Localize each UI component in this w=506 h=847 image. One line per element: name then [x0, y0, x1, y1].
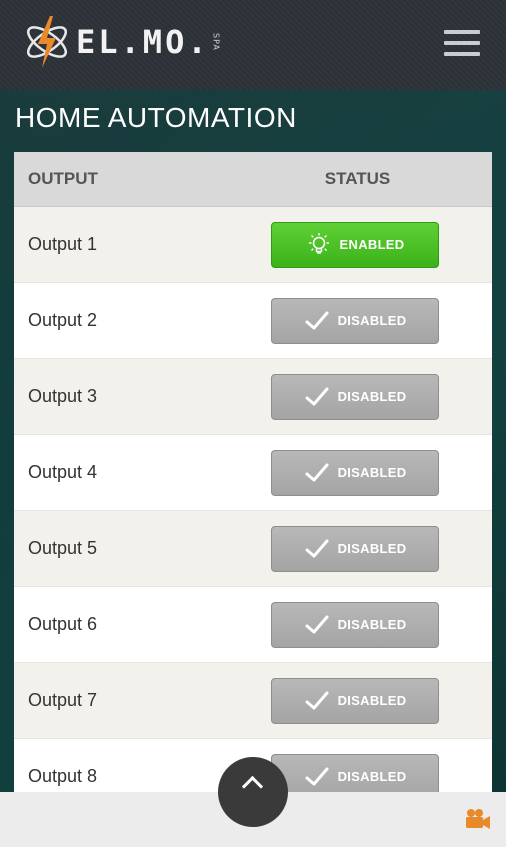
- brand-logo[interactable]: EL.MO. SPA: [22, 14, 221, 70]
- scroll-to-top-button[interactable]: [218, 757, 288, 827]
- column-header-output: OUTPUT: [28, 169, 98, 188]
- output-label: Output 2: [28, 310, 98, 330]
- brand-name: EL.MO.: [76, 23, 210, 61]
- status-toggle-button[interactable]: DISABLED: [271, 753, 439, 792]
- checkmark-icon: [305, 615, 329, 633]
- output-label: Output 3: [28, 386, 98, 406]
- output-label: Output 6: [28, 614, 98, 634]
- video-camera-icon[interactable]: [464, 805, 492, 833]
- table-row: Output 5 DISABLED: [14, 511, 492, 587]
- output-label: Output 5: [28, 538, 98, 558]
- output-label: Output 7: [28, 690, 98, 710]
- checkmark-icon: [305, 463, 329, 481]
- status-label: DISABLED: [337, 541, 407, 556]
- outputs-table: OUTPUT STATUS Output 1 ENABLED Output 2 …: [14, 152, 492, 792]
- checkmark-icon: [305, 387, 329, 405]
- status-label: DISABLED: [337, 769, 407, 784]
- output-label: Output 4: [28, 462, 98, 482]
- table-body: Output 1 ENABLED Output 2 DISABLED Outpu…: [14, 207, 492, 792]
- status-toggle-button[interactable]: DISABLED: [271, 677, 439, 724]
- table-row: Output 2 DISABLED: [14, 283, 492, 359]
- status-label: DISABLED: [337, 465, 407, 480]
- column-header-status: STATUS: [324, 169, 391, 188]
- checkmark-icon: [305, 767, 329, 785]
- checkmark-icon: [305, 539, 329, 557]
- brand-suffix: SPA: [211, 33, 221, 51]
- status-toggle-button[interactable]: DISABLED: [271, 373, 439, 420]
- table-row: Output 4 DISABLED: [14, 435, 492, 511]
- table-row: Output 7 DISABLED: [14, 663, 492, 739]
- status-label: ENABLED: [339, 237, 405, 252]
- page-title: HOME AUTOMATION: [15, 102, 297, 133]
- chevron-up-icon: [241, 775, 264, 798]
- status-label: DISABLED: [337, 389, 407, 404]
- table-row: Output 3 DISABLED: [14, 359, 492, 435]
- status-toggle-button[interactable]: DISABLED: [271, 525, 439, 572]
- header-bar: EL.MO. SPA: [0, 0, 506, 90]
- status-toggle-button[interactable]: DISABLED: [271, 297, 439, 344]
- table-row: Output 6 DISABLED: [14, 587, 492, 663]
- status-label: DISABLED: [337, 617, 407, 632]
- table-header: OUTPUT STATUS: [14, 152, 492, 207]
- checkmark-icon: [305, 691, 329, 709]
- checkmark-icon: [305, 311, 329, 329]
- hamburger-menu-icon[interactable]: [444, 30, 480, 58]
- output-label: Output 1: [28, 234, 98, 254]
- status-toggle-button[interactable]: DISABLED: [271, 601, 439, 648]
- status-label: DISABLED: [337, 313, 407, 328]
- status-label: DISABLED: [337, 693, 407, 708]
- status-toggle-button[interactable]: ENABLED: [271, 221, 439, 268]
- lightbulb-icon: [308, 232, 329, 254]
- status-toggle-button[interactable]: DISABLED: [271, 449, 439, 496]
- atom-lightning-icon: [27, 16, 67, 68]
- table-row: Output 1 ENABLED: [14, 207, 492, 283]
